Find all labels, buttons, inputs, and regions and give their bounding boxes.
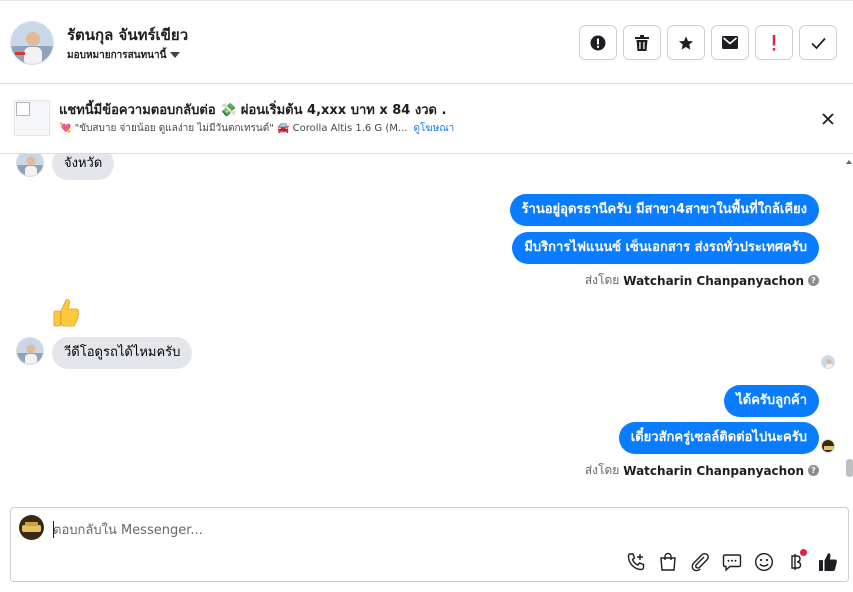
check-icon xyxy=(810,37,826,49)
text-cursor xyxy=(53,521,54,538)
incoming-message[interactable]: จังหวัด xyxy=(52,154,115,180)
sender-name: Watcharin Chanpanyachon xyxy=(623,273,804,288)
notification-dot xyxy=(800,549,807,556)
ad-title: แชทนี้มีข้อความตอบกลับต่อ 💸 ผ่อนเริ่มต้น… xyxy=(59,103,447,118)
assign-label: มอบหมายการสนทนานี้ xyxy=(67,50,167,61)
composer-toolbar xyxy=(625,549,839,573)
page-avatar-small xyxy=(821,439,835,453)
sent-by-prefix: ส่งโดย xyxy=(584,463,620,477)
paperclip-icon xyxy=(691,553,709,572)
outgoing-message[interactable]: ร้านอยู่อุดรธานีครับ มีสาขา4สาขาในพื้นที… xyxy=(509,194,819,226)
send-like-button[interactable] xyxy=(817,551,839,573)
contact-name[interactable]: รัตนกุล จันทร์เขียว xyxy=(67,23,188,47)
customer-avatar[interactable] xyxy=(16,337,44,365)
thumbs-up-reaction[interactable] xyxy=(52,298,82,328)
mark-unread-button[interactable] xyxy=(711,25,749,60)
help-icon[interactable]: ? xyxy=(808,275,819,286)
scrollbar-thumb[interactable] xyxy=(846,459,853,477)
sent-by-prefix: ส่งโดย xyxy=(584,273,620,287)
follow-up-button[interactable] xyxy=(755,25,793,60)
reply-composer xyxy=(10,507,849,582)
contact-avatar[interactable] xyxy=(10,21,54,65)
scroll-up-arrow-icon xyxy=(846,160,852,164)
sent-by-label: ส่งโดย Watcharin Chanpanyachon ? xyxy=(585,271,819,290)
trash-icon xyxy=(635,34,649,51)
mark-spam-button[interactable] xyxy=(579,25,617,60)
delete-button[interactable] xyxy=(623,25,661,60)
shop-button[interactable] xyxy=(657,551,679,573)
sender-name: Watcharin Chanpanyachon xyxy=(623,463,804,478)
close-banner-button[interactable] xyxy=(818,109,838,129)
seen-receipt-avatar xyxy=(821,355,835,369)
payment-button[interactable] xyxy=(785,549,807,573)
assign-conversation-dropdown[interactable]: มอบหมายการสนทนานี้ xyxy=(67,48,181,63)
star-icon xyxy=(679,35,693,50)
help-icon[interactable]: ? xyxy=(808,465,819,476)
customer-avatar[interactable] xyxy=(16,154,44,177)
message-thread[interactable]: จังหวัด ร้านอยู่อุดรธานีครับ มีสาขา4สาขา… xyxy=(0,154,853,506)
chat-bubble-icon xyxy=(722,554,742,572)
smiley-icon xyxy=(754,552,774,572)
attach-button[interactable] xyxy=(689,551,711,573)
page-avatar xyxy=(19,515,44,540)
reply-input[interactable] xyxy=(53,520,653,540)
sent-by-label: ส่งโดย Watcharin Chanpanyachon ? xyxy=(585,461,819,480)
ad-subtitle-row: 💘 "ขับสบาย จ่ายน้อย ดูแลง่าย ไม่มีวันตกเ… xyxy=(59,121,454,136)
alert-icon xyxy=(590,35,606,50)
view-ad-link[interactable]: ดูโฆษณา xyxy=(413,123,454,134)
caret-down-icon xyxy=(170,52,181,58)
incoming-message[interactable]: วีดีโอดูรถได้ไหมครับ xyxy=(52,337,193,369)
outgoing-message[interactable]: ได้ครับลูกค้า xyxy=(724,385,819,417)
ad-context-banner: แชทนี้มีข้อความตอบกลับต่อ 💸 ผ่อนเริ่มต้น… xyxy=(0,84,853,154)
outgoing-message[interactable]: เดี๋ยวสักครู่เซลล์ติดต่อไปนะครับ xyxy=(618,422,819,454)
mark-done-button[interactable] xyxy=(799,25,837,60)
emoji-button[interactable] xyxy=(753,551,775,573)
ad-subtitle: 💘 "ขับสบาย จ่ายน้อย ดูแลง่าย ไม่มีวันตกเ… xyxy=(59,123,408,134)
call-button[interactable] xyxy=(625,551,647,573)
outgoing-message[interactable]: มีบริการไฟแนนซ์ เซ็นเอกสาร ส่งรถทั่วประเ… xyxy=(512,232,819,264)
close-icon xyxy=(822,113,834,125)
shopping-bag-icon xyxy=(660,552,676,571)
conversation-toolbar xyxy=(579,25,837,60)
ad-thumbnail[interactable] xyxy=(14,100,50,136)
conversation-header: รัตนกุล จันทร์เขียว มอบหมายการสนทนานี้ xyxy=(0,0,853,84)
thumbs-up-icon xyxy=(819,553,837,571)
star-button[interactable] xyxy=(667,25,705,60)
saved-replies-button[interactable] xyxy=(721,551,743,573)
envelope-icon xyxy=(722,36,738,49)
scrollbar[interactable] xyxy=(845,154,853,506)
exclamation-icon xyxy=(772,34,776,51)
phone-plus-icon xyxy=(627,553,645,571)
